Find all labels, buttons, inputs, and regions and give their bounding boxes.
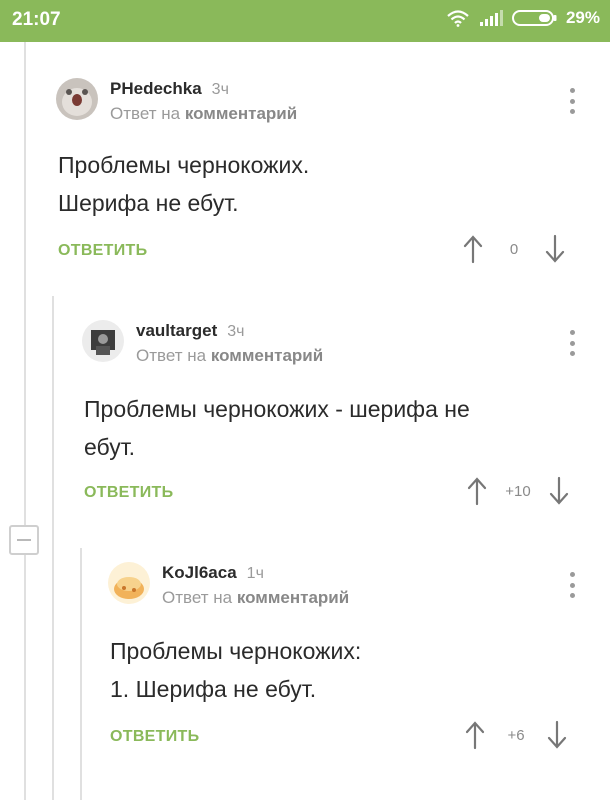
status-time: 21:07 xyxy=(12,9,61,30)
thread-line xyxy=(52,296,54,800)
downvote-arrow-icon[interactable] xyxy=(544,234,566,264)
wifi-icon xyxy=(447,10,469,27)
status-bar: 21:07 29% xyxy=(0,0,610,42)
reply-button[interactable]: ОТВЕТИТЬ xyxy=(84,484,173,502)
comment-age: 1ч xyxy=(246,565,264,582)
comment-text: Проблемы чернокожих - шерифа не ебут. xyxy=(84,396,470,460)
comment-age: 3ч xyxy=(227,323,245,340)
vote-controls: 0 xyxy=(462,234,566,264)
upvote-arrow-icon[interactable] xyxy=(462,234,484,264)
reply-to-label: Ответ на комментарий xyxy=(136,346,324,365)
comment-author[interactable]: vaultarget 3ч xyxy=(136,321,244,341)
vote-controls: +10 xyxy=(466,476,570,506)
downvote-arrow-icon[interactable] xyxy=(548,476,570,506)
signal-icon xyxy=(479,10,503,26)
reply-button[interactable]: ОТВЕТИТЬ xyxy=(110,728,199,746)
vote-score: +6 xyxy=(507,726,525,744)
reply-to-link[interactable]: комментарий xyxy=(185,104,297,123)
avatar[interactable] xyxy=(108,562,150,604)
author-name[interactable]: vaultarget xyxy=(136,321,217,340)
battery-icon xyxy=(511,10,557,26)
reply-button[interactable]: ОТВЕТИТЬ xyxy=(58,242,147,260)
comment-text: Проблемы чернокожих: 1. Шерифа не ебут. xyxy=(110,638,362,702)
battery-percent: 29% xyxy=(565,8,600,27)
reply-to-label: Ответ на комментарий xyxy=(110,104,298,123)
vote-score: 0 xyxy=(509,240,519,258)
comment: vaultarget 3ч Ответ на комментарий Пробле… xyxy=(82,320,596,510)
avatar[interactable] xyxy=(82,320,124,362)
more-options-icon[interactable] xyxy=(570,330,576,356)
avatar[interactable] xyxy=(56,78,98,120)
vote-controls: +6 xyxy=(464,720,568,750)
comment-text: Проблемы чернокожих. Шерифа не ебут. xyxy=(58,152,310,216)
collapse-thread-button[interactable] xyxy=(9,525,39,555)
author-name[interactable]: PHedechka xyxy=(110,79,202,98)
comment-author[interactable]: KoJl6aca 1ч xyxy=(162,563,264,583)
reply-to-link[interactable]: комментарий xyxy=(211,346,323,365)
comment: KoJl6aca 1ч Ответ на комментарий Проблемы… xyxy=(108,562,596,762)
upvote-arrow-icon[interactable] xyxy=(464,720,486,750)
comment: PHedechka 3ч Ответ на комментарий Проблем… xyxy=(56,78,596,268)
comment-age: 3ч xyxy=(211,81,229,98)
thread-line xyxy=(80,548,82,800)
more-options-icon[interactable] xyxy=(570,572,576,598)
reply-to-link[interactable]: комментарий xyxy=(237,588,349,607)
comment-author[interactable]: PHedechka 3ч xyxy=(110,79,229,99)
downvote-arrow-icon[interactable] xyxy=(546,720,568,750)
status-icons: 29% xyxy=(446,8,600,28)
author-name[interactable]: KoJl6aca xyxy=(162,563,237,582)
more-options-icon[interactable] xyxy=(570,88,576,114)
vote-score: +10 xyxy=(505,482,531,500)
thread-line xyxy=(24,42,26,800)
upvote-arrow-icon[interactable] xyxy=(466,476,488,506)
reply-to-label: Ответ на комментарий xyxy=(162,588,350,607)
